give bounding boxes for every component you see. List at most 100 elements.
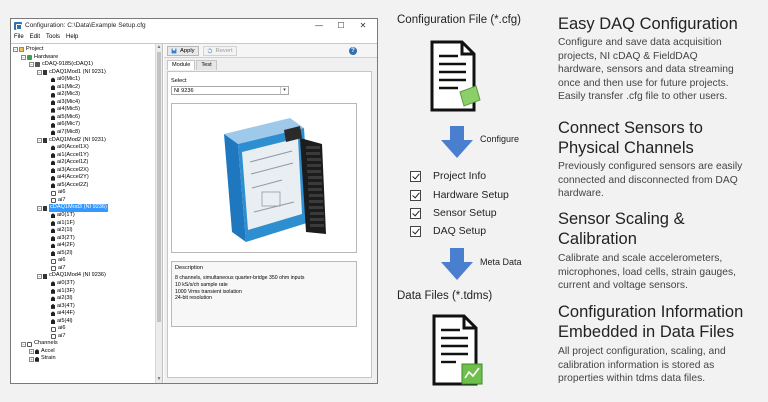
step-sensor-setup: Sensor Setup (410, 207, 497, 219)
collapse-icon[interactable]: − (29, 62, 34, 68)
tree-item[interactable]: ai0(Accel1X) (13, 144, 108, 152)
tree-item[interactable]: ai4(4F) (13, 310, 108, 318)
tree-item[interactable]: + Accel (13, 348, 108, 356)
tree-item[interactable]: − Hardware (13, 54, 108, 62)
tree-item[interactable]: ai3(Accel2X) (13, 167, 108, 175)
tree-item[interactable]: ai6 (13, 257, 108, 265)
configure-arrow-icon (441, 126, 473, 158)
tree-item[interactable]: ai0(Mic1) (13, 76, 108, 84)
sensor-icon (51, 100, 55, 106)
tree-item[interactable]: ai5(Mic6) (13, 114, 108, 122)
module-select[interactable]: NI 9236 ▾ (171, 86, 289, 95)
tree-item-label: ai6 (58, 325, 66, 332)
collapse-icon[interactable]: − (37, 273, 42, 279)
tree-item[interactable]: ai6 (13, 325, 108, 333)
page-root: Configuration: C:\Data\Example Setup.cfg… (0, 0, 768, 402)
expand-icon[interactable]: + (29, 349, 34, 355)
tab-test[interactable]: Test (196, 60, 217, 70)
collapse-icon[interactable]: − (13, 47, 18, 53)
tab-module[interactable]: Module (167, 60, 196, 70)
tree-item[interactable]: − cDAQ1Mod1 (NI 9231) (13, 69, 108, 77)
tree-item[interactable]: ai5(Accel2Z) (13, 182, 108, 190)
tree-item-label: cDAQ1Mod4 (NI 9236) (49, 272, 106, 279)
body-line: projects, NI cDAQ & FieldDAQ (558, 50, 698, 62)
apply-button[interactable]: Apply (167, 45, 199, 56)
maximize-button[interactable]: ☐ (330, 19, 352, 32)
module-icon (43, 69, 47, 75)
collapse-icon[interactable]: − (21, 341, 26, 347)
folder-icon (19, 47, 24, 53)
tree-item-label: cDAQ-9185(cDAQ1) (42, 61, 93, 68)
tree-item-label: ai5(Accel2Z) (57, 181, 89, 188)
tree-item-label: ai1(Accel1Y) (57, 151, 89, 158)
tree-item[interactable]: − cDAQ1Mod2 (NI 9231) (13, 137, 108, 145)
collapse-icon[interactable]: − (37, 205, 42, 211)
section-heading-scaling: Sensor Scaling & Calibration (558, 209, 685, 249)
help-icon[interactable]: ? (349, 47, 357, 55)
step-label: Project Info (433, 170, 487, 182)
sensor-icon (51, 77, 55, 83)
tree-item[interactable]: ai2(3l) (13, 295, 108, 303)
heading-line: Configuration Information (558, 303, 744, 321)
scroll-up-icon[interactable]: ▲ (156, 44, 162, 51)
tree-item[interactable]: − cDAQ1Mod3 (NI 9236) (13, 204, 108, 213)
sensor-icon (51, 85, 55, 90)
tree-item[interactable]: ai5(4l) (13, 318, 108, 326)
tree-item[interactable]: ai4(Accel2Y) (13, 174, 108, 182)
tree-item-label: ai7 (58, 332, 66, 339)
tree-item[interactable]: − cDAQ1Mod4 (NI 9236) (13, 272, 108, 280)
strain-icon (51, 296, 55, 302)
strain-icon (51, 251, 55, 257)
tree-item[interactable]: + Strain (13, 355, 108, 363)
tree-item[interactable]: ai7 (13, 265, 108, 273)
tree-item[interactable]: ai2(Mic3) (13, 91, 108, 99)
tree-item[interactable]: ai7 (13, 333, 108, 341)
description-line: 10 kS/s/ch sample rate (175, 281, 228, 288)
strain-icon (51, 311, 55, 317)
collapse-icon[interactable]: − (37, 137, 42, 143)
menu-help[interactable]: Help (66, 34, 78, 40)
expand-icon[interactable]: + (29, 356, 34, 362)
menu-edit[interactable]: Edit (30, 34, 40, 40)
collapse-icon[interactable]: − (21, 54, 26, 60)
chevron-down-icon[interactable]: ▾ (280, 87, 288, 94)
scroll-thumb[interactable] (157, 52, 161, 322)
tree-item[interactable]: ai6(Mic7) (13, 121, 108, 129)
tree-item[interactable]: ai1(3F) (13, 288, 108, 296)
collapse-icon[interactable]: − (37, 69, 42, 75)
strain-icon (51, 281, 55, 287)
tree-scrollbar[interactable]: ▲ ▼ (155, 44, 162, 383)
tree-item[interactable]: ai3(4T) (13, 303, 108, 311)
scroll-down-icon[interactable]: ▼ (156, 376, 162, 383)
module-image-frame (171, 103, 357, 253)
tree-item[interactable]: ai2(Accel1Z) (13, 159, 108, 167)
tree-item[interactable]: ai0(3T) (13, 280, 108, 288)
tree-item[interactable]: ai1(1F) (13, 220, 108, 228)
tree-item[interactable]: ai7(Mic8) (13, 129, 108, 137)
sensor-icon (51, 92, 55, 98)
tree-item[interactable]: ai4(Mic5) (13, 106, 108, 114)
tree-item[interactable]: − Channels (13, 340, 108, 348)
tree-item[interactable]: ai3(Mic4) (13, 99, 108, 107)
channel-icon (51, 334, 56, 340)
close-button[interactable]: ✕ (352, 19, 374, 32)
tree-item[interactable]: − cDAQ-9185(cDAQ1) (13, 61, 108, 69)
tree-item[interactable]: ai6 (13, 189, 108, 197)
body-line: hardware, sensors and data streaming (558, 64, 734, 75)
tree-item[interactable]: ai1(Mic2) (13, 84, 108, 92)
tree-item[interactable]: ai0(1T) (13, 212, 108, 220)
revert-button[interactable]: Revert (202, 45, 237, 56)
hardware-icon (27, 54, 32, 60)
menu-tools[interactable]: Tools (46, 34, 60, 40)
tree-item[interactable]: ai4(2F) (13, 242, 108, 250)
tree-item[interactable]: ai5(2l) (13, 250, 108, 258)
tree-item[interactable]: ai2(1l) (13, 227, 108, 235)
tree-item[interactable]: ai3(2T) (13, 235, 108, 243)
tree-item-label: Channels (34, 340, 58, 347)
tree-item[interactable]: ai1(Accel1Y) (13, 152, 108, 160)
minimize-button[interactable]: — (308, 19, 330, 32)
tree-item[interactable]: ai7 (13, 197, 108, 205)
menu-file[interactable]: File (14, 34, 24, 40)
tree-item[interactable]: − Project (13, 46, 108, 54)
window-title: Configuration: C:\Data\Example Setup.cfg (25, 22, 146, 29)
